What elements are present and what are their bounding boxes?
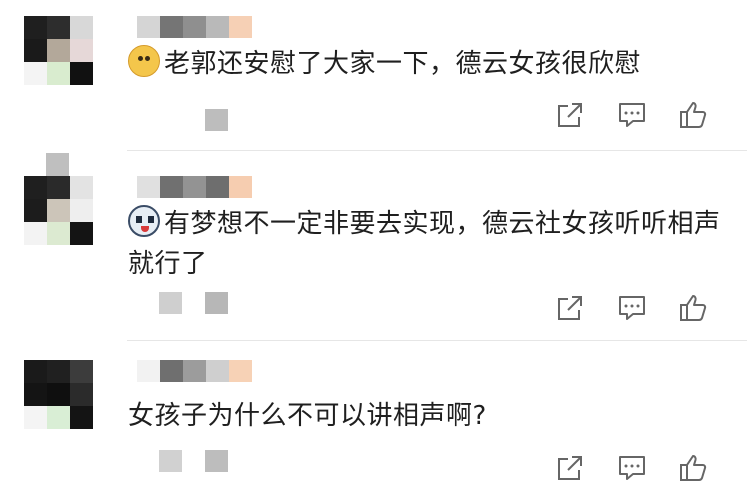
username[interactable]	[137, 16, 255, 38]
avatar-pixel	[70, 383, 93, 406]
name-pixel	[183, 360, 206, 382]
comment-item: 女孩子为什么不可以讲相声啊?	[0, 340, 747, 481]
share-button[interactable]	[553, 98, 587, 132]
avatar-pixel	[70, 16, 93, 39]
avatar-pixel	[47, 16, 70, 39]
meta-pixel	[159, 450, 182, 472]
avatar-pixel	[24, 39, 47, 62]
avatar[interactable]	[24, 176, 93, 245]
comment-actions	[553, 451, 723, 485]
share-icon	[558, 456, 582, 480]
username[interactable]	[137, 360, 255, 382]
name-pixel	[206, 16, 229, 38]
name-pixel	[206, 360, 229, 382]
meta-pixel	[205, 292, 228, 314]
avatar-pixel	[47, 383, 70, 406]
avatar-pixel	[47, 39, 70, 62]
comment-icon	[619, 103, 645, 127]
share-button[interactable]	[553, 451, 587, 485]
share-icon	[558, 103, 582, 127]
avatar-pixel	[70, 62, 93, 85]
name-pixel	[206, 176, 229, 198]
avatar[interactable]	[24, 16, 93, 85]
avatar-pixel	[24, 360, 47, 383]
avatar-pixel	[70, 360, 93, 383]
avatar-pixel	[24, 383, 47, 406]
name-pixel	[137, 360, 160, 382]
comment-actions	[553, 291, 723, 325]
username[interactable]	[137, 176, 255, 198]
avatar-pixel	[70, 199, 93, 222]
avatar-pixel	[24, 406, 47, 429]
name-pixel	[183, 16, 206, 38]
like-button[interactable]	[676, 451, 710, 485]
comment-text-content: 有梦想不一定非要去实现，德云社女孩听听相声就行了	[128, 209, 721, 279]
avatar-pixel	[70, 176, 93, 199]
comment-item: 有梦想不一定非要去实现，德云社女孩听听相声就行了	[0, 150, 747, 340]
avatar-pixel	[47, 360, 70, 383]
avatar-pixel	[47, 199, 70, 222]
avatar-pixel	[47, 222, 70, 245]
meta-pixel	[205, 109, 228, 131]
comment-text: 女孩子为什么不可以讲相声啊?	[128, 396, 728, 436]
avatar-pixel	[47, 176, 70, 199]
meta-pixel	[205, 450, 228, 472]
reply-button[interactable]	[615, 451, 649, 485]
comment-meta	[205, 109, 228, 131]
share-button[interactable]	[553, 291, 587, 325]
doge-emoji-icon	[128, 45, 160, 77]
avatar-pixel	[24, 176, 47, 199]
reply-button[interactable]	[615, 98, 649, 132]
name-pixel	[137, 16, 160, 38]
avatar[interactable]	[24, 360, 93, 429]
reply-button[interactable]	[615, 291, 649, 325]
name-pixel	[160, 16, 183, 38]
name-pixel	[183, 176, 206, 198]
thumbs-up-icon	[680, 455, 707, 481]
avatar-pixel	[24, 222, 47, 245]
share-icon	[558, 296, 582, 320]
name-pixel	[160, 360, 183, 382]
avatar-pixel	[47, 406, 70, 429]
avatar-pixel	[47, 62, 70, 85]
meta-pixel	[159, 292, 182, 314]
thumbs-up-icon	[680, 102, 707, 128]
avatar-pixel	[70, 39, 93, 62]
comment-text-content: 老郭还安慰了大家一下，德云女孩很欣慰	[164, 49, 642, 79]
like-button[interactable]	[676, 291, 710, 325]
comment-text-content: 女孩子为什么不可以讲相声啊?	[128, 401, 487, 431]
panda-emoji-icon	[128, 205, 160, 237]
comment-actions	[553, 98, 723, 132]
avatar-pixel	[70, 222, 93, 245]
name-pixel	[229, 360, 252, 382]
comment-meta	[159, 450, 229, 472]
avatar-pixel	[24, 16, 47, 39]
name-pixel	[229, 16, 252, 38]
comment-text: 有梦想不一定非要去实现，德云社女孩听听相声就行了	[128, 204, 728, 284]
thumbs-up-icon	[680, 295, 707, 321]
comment-text: 老郭还安慰了大家一下，德云女孩很欣慰	[128, 44, 728, 84]
comment-icon	[619, 296, 645, 320]
name-pixel	[229, 176, 252, 198]
avatar-top-pixel	[46, 153, 69, 176]
comment-icon	[619, 456, 645, 480]
comment-item: 老郭还安慰了大家一下，德云女孩很欣慰	[0, 0, 747, 150]
comment-meta	[159, 292, 229, 314]
avatar-pixel	[24, 199, 47, 222]
avatar-pixel	[24, 62, 47, 85]
name-pixel	[137, 176, 160, 198]
name-pixel	[160, 176, 183, 198]
avatar-pixel	[70, 406, 93, 429]
like-button[interactable]	[676, 98, 710, 132]
